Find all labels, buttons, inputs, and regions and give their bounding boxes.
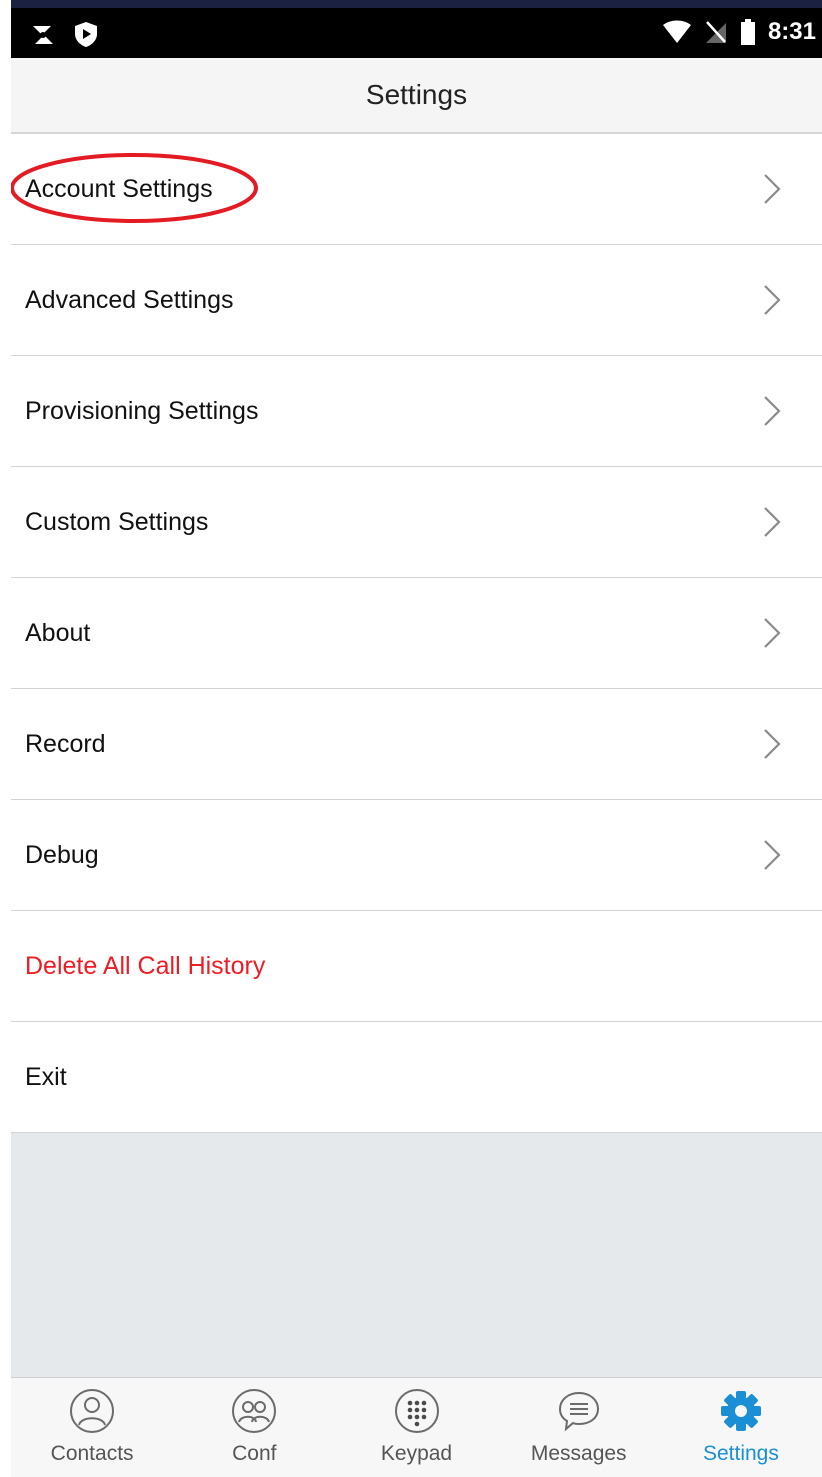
chevron-right-icon bbox=[764, 174, 781, 204]
settings-list: Account Settings Advanced Settings Provi… bbox=[10, 134, 822, 1133]
status-right-icons: 8:31 bbox=[662, 18, 816, 46]
nav-label: Conf bbox=[232, 1442, 277, 1465]
chevron-right-icon bbox=[764, 285, 781, 315]
settings-item-debug[interactable]: Debug bbox=[11, 800, 822, 911]
status-time: 8:31 bbox=[767, 18, 816, 45]
settings-item-label: Exit bbox=[25, 1062, 67, 1091]
nav-label: Settings bbox=[702, 1442, 779, 1465]
settings-item-record[interactable]: Record bbox=[11, 689, 822, 800]
gear-icon bbox=[720, 1391, 761, 1431]
nav-label: Contacts bbox=[50, 1442, 134, 1465]
no-sim-icon bbox=[705, 21, 726, 43]
status-left-icons bbox=[29, 20, 99, 48]
settings-item-provisioning[interactable]: Provisioning Settings bbox=[11, 356, 822, 467]
empty-area bbox=[11, 1133, 822, 1377]
shield-icon bbox=[75, 22, 97, 47]
contact-icon bbox=[70, 1389, 115, 1433]
bottom-nav: Contacts Conf Keypad Messages Settings bbox=[11, 1377, 822, 1477]
nav-item-messages[interactable]: Messages bbox=[498, 1378, 660, 1477]
battery-icon bbox=[740, 19, 755, 45]
wifi-icon bbox=[662, 20, 691, 43]
nav-item-contacts[interactable]: Contacts bbox=[11, 1378, 173, 1477]
messages-icon bbox=[558, 1391, 599, 1432]
app-screen: 8:31 Settings Account Settings Advanced … bbox=[0, 0, 822, 1477]
settings-item-label: Delete All Call History bbox=[25, 951, 266, 980]
settings-item-advanced[interactable]: Advanced Settings bbox=[11, 245, 822, 356]
settings-item-exit[interactable]: Exit bbox=[11, 1022, 822, 1133]
status-bar: 8:31 bbox=[11, 0, 822, 58]
settings-item-label: About bbox=[25, 618, 91, 647]
settings-item-label: Provisioning Settings bbox=[25, 396, 259, 425]
nav-item-settings[interactable]: Settings bbox=[660, 1378, 822, 1477]
chevron-right-icon bbox=[764, 840, 781, 870]
chevron-right-icon bbox=[764, 618, 781, 648]
nav-label: Messages bbox=[530, 1442, 627, 1465]
keypad-icon bbox=[394, 1389, 439, 1433]
chevron-right-icon bbox=[764, 507, 781, 537]
conference-icon bbox=[232, 1389, 277, 1433]
settings-item-account[interactable]: Account Settings bbox=[10, 134, 822, 245]
app-bar: Settings bbox=[11, 58, 822, 134]
nav-label: Keypad bbox=[380, 1442, 453, 1465]
nav-item-keypad[interactable]: Keypad bbox=[335, 1378, 497, 1477]
settings-item-custom[interactable]: Custom Settings bbox=[11, 467, 822, 578]
settings-item-about[interactable]: About bbox=[11, 578, 822, 689]
page-title: Settings bbox=[365, 79, 468, 110]
settings-item-label: Account Settings bbox=[25, 174, 213, 203]
settings-item-label: Advanced Settings bbox=[25, 285, 234, 314]
settings-item-label: Record bbox=[25, 729, 106, 758]
chevron-right-icon bbox=[764, 396, 781, 426]
settings-item-label: Custom Settings bbox=[25, 507, 209, 536]
grandstream-icon bbox=[33, 26, 53, 44]
screen-edge bbox=[0, 0, 11, 1477]
settings-item-delete-call-history[interactable]: Delete All Call History bbox=[11, 911, 822, 1022]
chevron-right-icon bbox=[764, 729, 781, 759]
settings-item-label: Debug bbox=[25, 840, 99, 869]
nav-item-conf[interactable]: Conf bbox=[173, 1378, 335, 1477]
